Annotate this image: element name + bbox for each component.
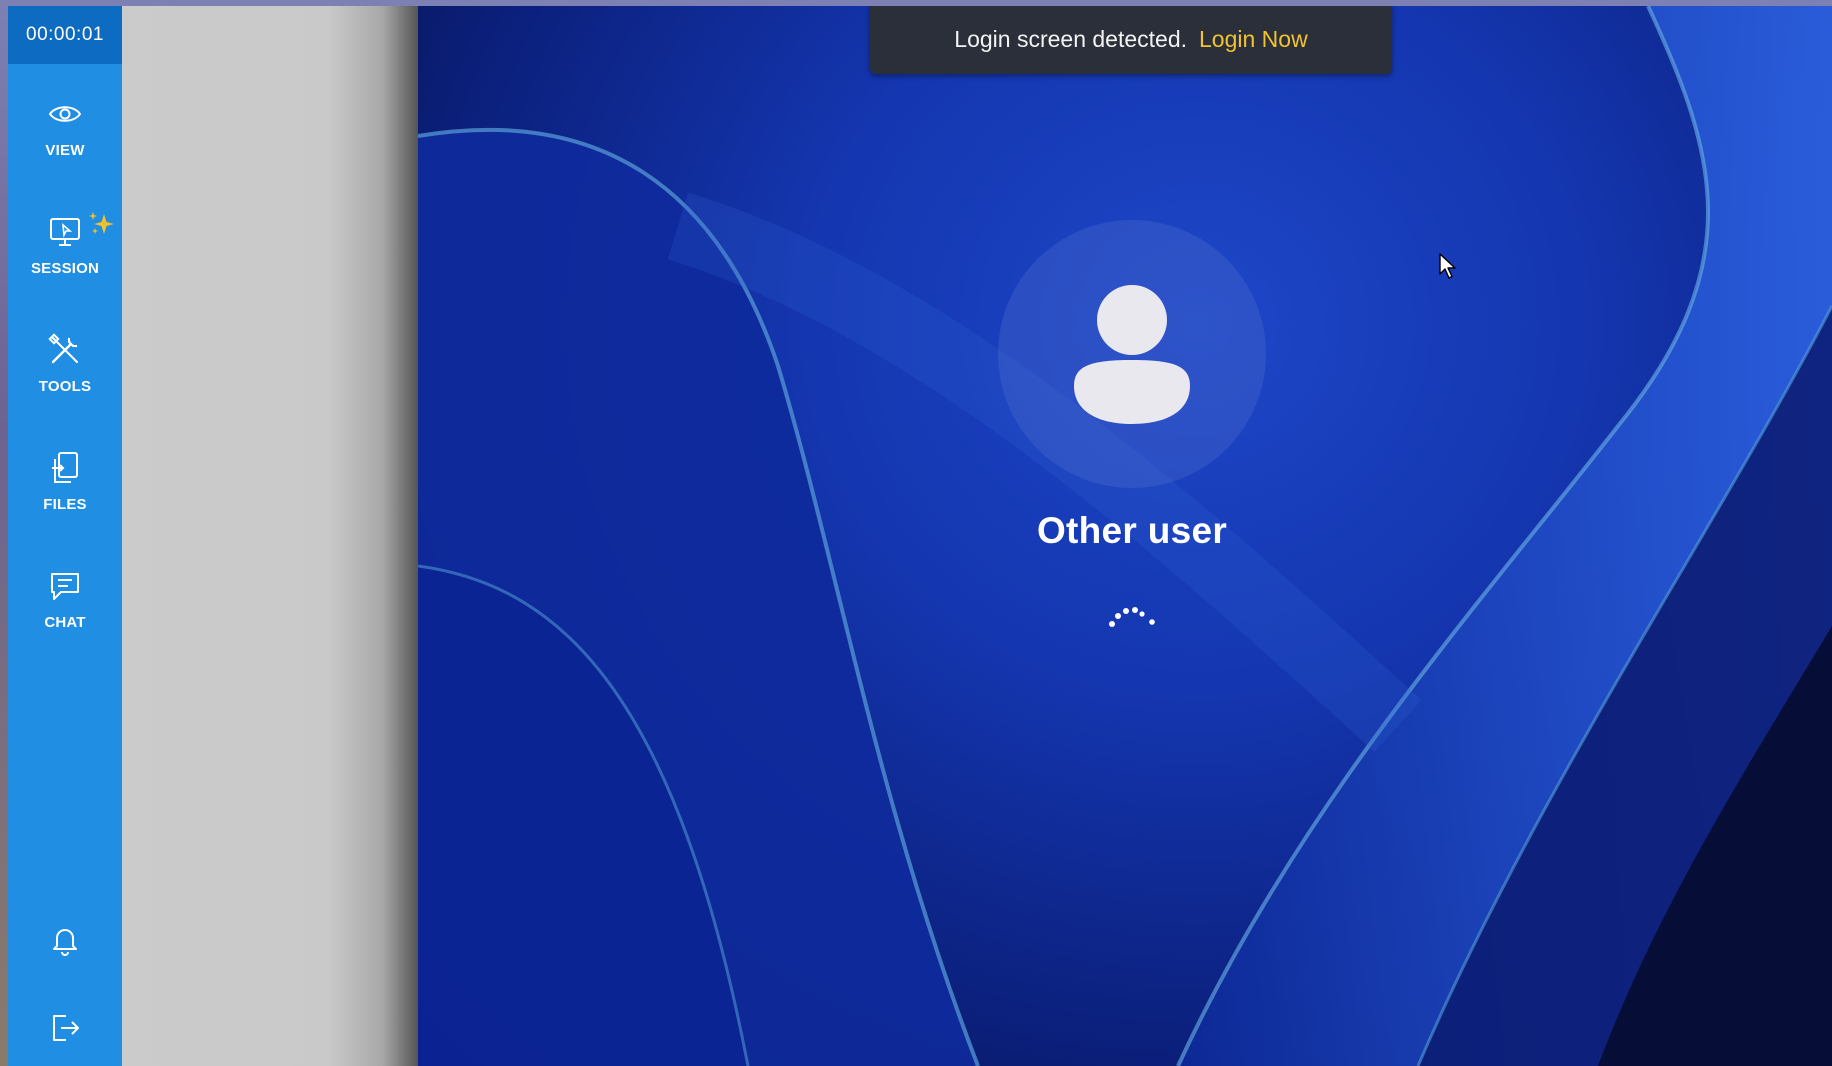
bell-icon[interactable] <box>45 920 85 960</box>
eye-icon <box>45 94 85 134</box>
avatar[interactable] <box>998 220 1266 488</box>
logout-icon[interactable] <box>45 1008 85 1048</box>
user-avatar-icon <box>1074 285 1190 424</box>
sidebar-item-label: FILES <box>43 496 87 513</box>
side-panel <box>122 6 418 1066</box>
login-now-link[interactable]: Login Now <box>1199 26 1308 53</box>
mouse-cursor-icon <box>1439 253 1456 279</box>
sidebar-item-view[interactable]: VIEW <box>8 76 122 180</box>
sidebar-item-session[interactable]: SESSION <box>8 194 122 298</box>
sidebar-item-label: TOOLS <box>38 378 92 395</box>
login-toast: Login screen detected. Login Now <box>870 6 1392 74</box>
toast-message: Login screen detected. <box>954 25 1188 52</box>
app-frame: 00:00:01 VIEW SESSION TOOLS FILES CHAT L… <box>0 0 1832 1066</box>
remote-screen[interactable]: Login screen detected. Login Now Other u… <box>418 6 1832 1066</box>
sidebar-item-label: CHAT <box>44 614 86 631</box>
sidebar-item-files[interactable]: FILES <box>8 430 122 534</box>
session-timer: 00:00:01 <box>8 6 122 64</box>
sidebar: 00:00:01 VIEW SESSION TOOLS FILES CHAT <box>8 6 122 1066</box>
sidebar-item-tools[interactable]: TOOLS <box>8 312 122 416</box>
loading-spinner-icon <box>1109 607 1155 627</box>
tools-icon <box>45 330 85 370</box>
files-icon <box>45 448 85 488</box>
sidebar-item-label: SESSION <box>30 260 100 277</box>
sidebar-item-chat[interactable]: CHAT <box>8 548 122 652</box>
user-name: Other user <box>1036 510 1228 551</box>
sparkle-icon <box>86 210 118 247</box>
chat-icon <box>45 566 85 606</box>
sidebar-item-label: VIEW <box>45 142 85 159</box>
monitor-icon <box>45 212 85 252</box>
